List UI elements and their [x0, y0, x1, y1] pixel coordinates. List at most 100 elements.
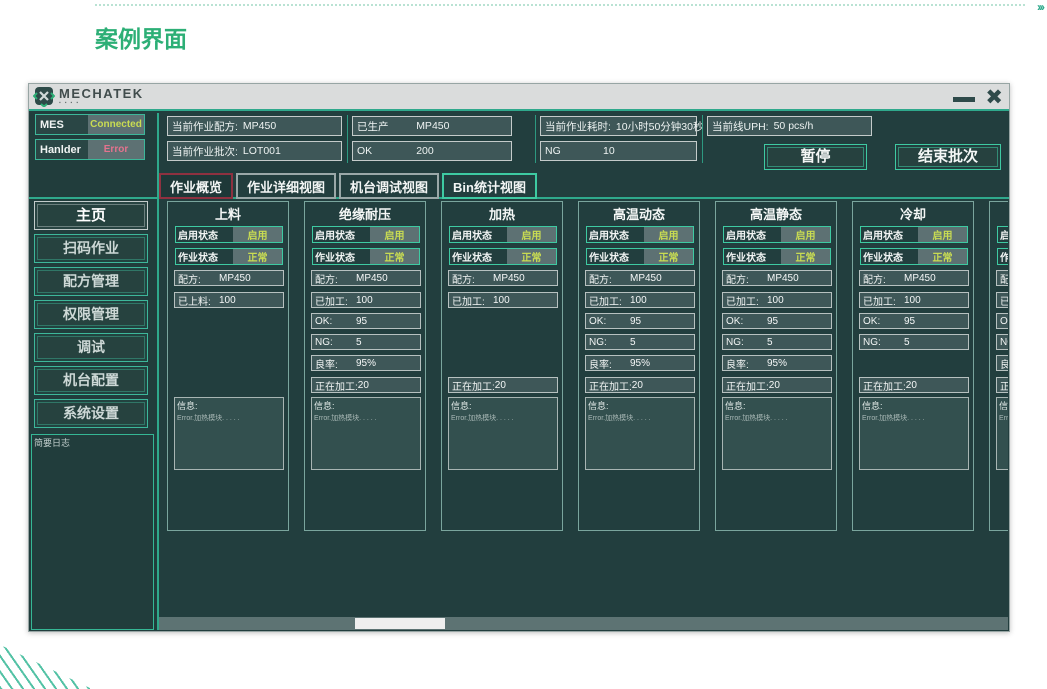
- work-status-value: 正常: [781, 249, 830, 264]
- field-value: LOT001: [243, 145, 281, 157]
- close-icon[interactable]: ✖: [985, 84, 1003, 111]
- field-value: 95%: [630, 358, 650, 369]
- work-status-value: 正常: [644, 249, 693, 264]
- station-field-ng: NG:5: [311, 334, 421, 350]
- sidebar-item-system-settings[interactable]: 系统设置: [34, 399, 148, 428]
- station-title: 绝缘耐压: [305, 204, 425, 223]
- tab-detail-view[interactable]: 作业详细视图: [236, 173, 336, 199]
- station-field-wip: 正在加工:20: [311, 377, 421, 393]
- work-status: 作业状态正常: [723, 248, 831, 265]
- field-label: 正在加工:: [586, 378, 632, 393]
- field-label: 已加工:: [860, 293, 904, 308]
- sidebar-item-home[interactable]: 主页: [34, 201, 148, 230]
- field-value: MP450: [416, 120, 449, 132]
- sidebar-item-permission-mgmt[interactable]: 权限管理: [34, 300, 148, 329]
- sidebar-item-machine-config[interactable]: 机台配置: [34, 366, 148, 395]
- field-label: 配方:: [997, 271, 1008, 286]
- field-label: 正在加工:: [860, 378, 906, 393]
- end-batch-button[interactable]: 结束批次: [895, 144, 1001, 170]
- info-text: Error.加热模块. . . . .: [451, 413, 555, 423]
- sidebar-item-debug[interactable]: 调试: [34, 333, 148, 362]
- station-title: 上料: [168, 204, 288, 223]
- field-value: 5: [767, 337, 773, 348]
- station-field-recipe: 配方:MP450: [174, 270, 284, 286]
- top-dotted-divider: [95, 4, 1025, 6]
- field-value: MP450: [767, 273, 799, 284]
- field-label: 良率:: [997, 356, 1008, 371]
- minimize-icon[interactable]: [953, 97, 975, 102]
- field-label: 配方:: [860, 271, 904, 286]
- station-info-box: 信息:Error.加热模块. . . . .: [448, 397, 558, 470]
- info-label: 信息:: [999, 399, 1008, 412]
- field-current-batch: 当前作业批次: LOT001: [167, 141, 342, 161]
- pause-button[interactable]: 暂停: [764, 144, 867, 170]
- field-label: 已加工:: [312, 293, 356, 308]
- window-controls: ✖: [953, 84, 1003, 111]
- field-value: 10小时50分钟30秒: [616, 119, 704, 134]
- station-field-processed: 已作业:: [996, 292, 1008, 308]
- enable-status: 启用状态启用: [723, 226, 831, 243]
- enable-status-label: 启用状态: [998, 227, 1008, 242]
- app-window: MECHATEK ▪▪▪▪ ✖ MESConnected HanlderError…: [28, 83, 1010, 632]
- field-label: 正在作业:: [997, 378, 1008, 393]
- station-card-clipped: 启用状态作业状态配方:已作业:OK:NG:良率:正在作业:信息:Error.加热…: [989, 201, 1008, 531]
- station-field-yield: 良率:95%: [311, 355, 421, 371]
- info-text: Error.加热模块. . . . .: [725, 413, 829, 423]
- field-label: 配方:: [312, 271, 356, 286]
- logo-text-wrap: MECHATEK ▪▪▪▪: [59, 87, 144, 106]
- titlebar: MECHATEK ▪▪▪▪ ✖: [29, 84, 1009, 111]
- field-label: 已加工:: [449, 293, 493, 308]
- field-value: 95%: [767, 358, 787, 369]
- work-status: 作业状态正常: [449, 248, 557, 265]
- field-current-recipe: 当前作业配方: MP450: [167, 116, 342, 136]
- work-status-label: 作业状态: [861, 249, 918, 264]
- station-field-processed: 已加工:100: [311, 292, 421, 308]
- info-label: 信息:: [862, 399, 966, 412]
- tab-machine-debug-view[interactable]: 机台调试视图: [339, 173, 439, 199]
- station-info-box: 信息:Error.加热模块. . . . .: [722, 397, 832, 470]
- station-field-ng: NG:5: [859, 334, 969, 350]
- field-value: 100: [630, 295, 647, 306]
- station-field-ng: NG:5: [585, 334, 695, 350]
- field-value: 100: [767, 295, 784, 306]
- field-label: OK:: [860, 316, 904, 327]
- stations-row: 上料启用状态启用作业状态正常配方:MP450已上料:100信息:Error.加热…: [159, 201, 1008, 533]
- station-field-recipe: 配方:MP450: [311, 270, 421, 286]
- station-title: 冷却: [853, 204, 973, 223]
- field-label: 配方:: [449, 271, 493, 286]
- logo: MECHATEK ▪▪▪▪: [33, 85, 144, 107]
- tab-bin-stats-view[interactable]: Bin统计视图: [442, 173, 537, 199]
- tab-overview[interactable]: 作业概览: [159, 173, 233, 199]
- field-label: 已上料:: [175, 293, 219, 308]
- station-card-cooling: 冷却启用状态启用作业状态正常配方:MP450已加工:100OK:95NG:5正在…: [852, 201, 974, 531]
- station-field-loaded: 已上料:100: [174, 292, 284, 308]
- work-status: 作业状态正常: [586, 248, 694, 265]
- field-value: 95: [356, 316, 367, 327]
- field-label: 配方:: [723, 271, 767, 286]
- sidebar-item-scan-job[interactable]: 扫码作业: [34, 234, 148, 263]
- page-title: 案例界面: [95, 20, 187, 54]
- work-status: 作业状态正常: [860, 248, 968, 265]
- work-status-value: 正常: [233, 249, 282, 264]
- status-handler: HanlderError: [35, 139, 145, 160]
- status-mes: MESConnected: [35, 114, 145, 135]
- info-label: 信息:: [177, 399, 281, 412]
- status-value: Connected: [88, 115, 144, 134]
- station-field-yield: 良率:95%: [585, 355, 695, 371]
- station-info-box: 信息:Error.加热模块. . . . .: [859, 397, 969, 470]
- station-field-wip: 正在加工:20: [722, 377, 832, 393]
- scrollbar-thumb[interactable]: [355, 618, 445, 629]
- horizontal-scrollbar[interactable]: [159, 617, 1008, 630]
- field-value: 20: [769, 380, 780, 391]
- work-status-label: 作业状态: [724, 249, 781, 264]
- info-label: 信息:: [451, 399, 555, 412]
- field-label: 已作业:: [997, 293, 1008, 308]
- field-separator: [347, 115, 348, 163]
- field-value: 100: [356, 295, 373, 306]
- field-label: OK:: [997, 316, 1008, 327]
- field-label: 已生产: [357, 119, 389, 134]
- field-label: NG: [545, 145, 561, 157]
- field-label: 配方:: [175, 271, 219, 286]
- work-status-value: 正常: [918, 249, 967, 264]
- sidebar-item-recipe-mgmt[interactable]: 配方管理: [34, 267, 148, 296]
